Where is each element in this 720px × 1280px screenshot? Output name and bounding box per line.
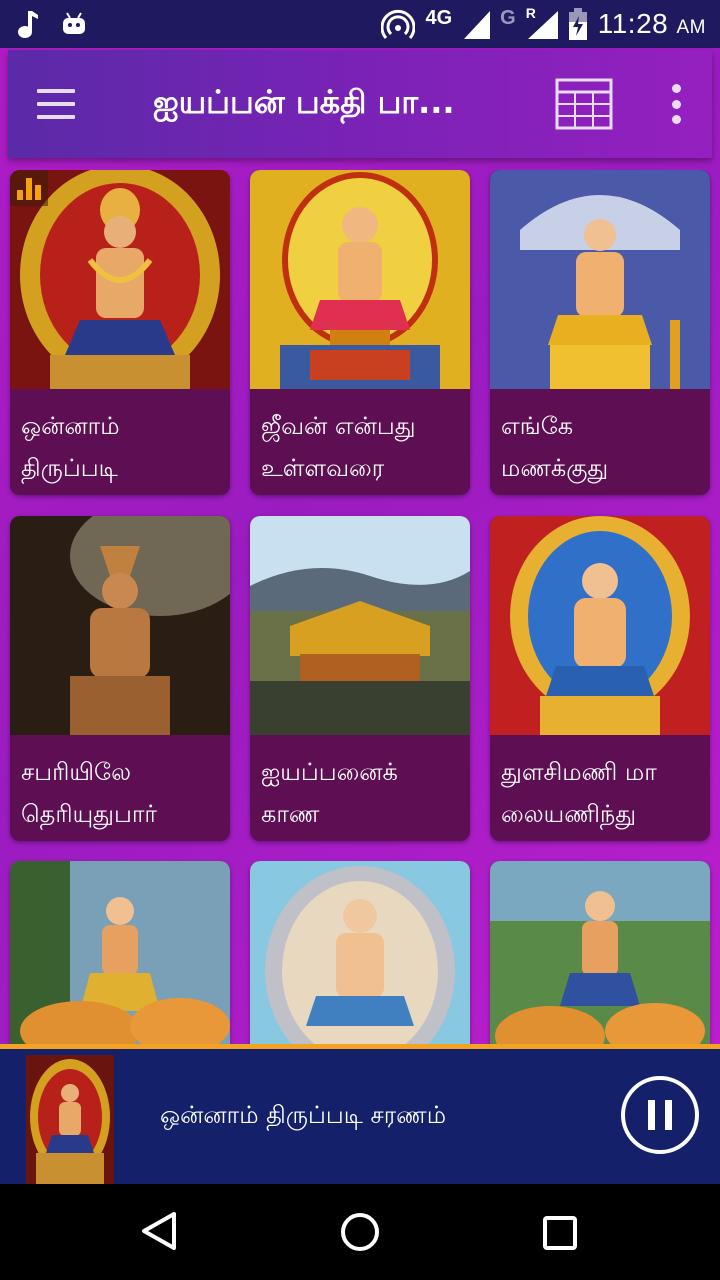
song-card[interactable]: எங்கே மணக்குது — [490, 170, 710, 495]
more-vert-icon[interactable] — [668, 84, 684, 124]
roaming-network-label: G — [500, 6, 516, 29]
now-playing-thumbnail[interactable] — [26, 1055, 114, 1185]
app-bar: ஐயப்பன் பக்தி பா... — [8, 50, 712, 158]
song-thumbnail — [10, 861, 230, 1045]
now-playing-icon — [10, 170, 48, 206]
hamburger-menu-icon[interactable] — [37, 89, 75, 119]
song-card[interactable] — [10, 861, 230, 1045]
song-title: ஐயப்பனைக் காண — [250, 735, 470, 841]
song-thumbnail — [490, 516, 710, 735]
android-icon — [63, 12, 85, 34]
song-thumbnail — [10, 516, 230, 735]
status-time: 11:28 AM — [597, 8, 706, 39]
song-title: துளசிமணி மா லையணிந்து — [490, 735, 710, 841]
song-card[interactable]: சபரியிலே தெரியுதுபார் — [10, 516, 230, 841]
roaming-indicator: R — [525, 5, 536, 21]
song-title: ஜீவன் என்பது உள்ளவரை — [250, 389, 470, 495]
recent-apps-icon[interactable] — [542, 1215, 578, 1251]
status-bar: 4G G R 11:28 AM — [0, 0, 720, 48]
hotspot-icon — [381, 9, 416, 39]
song-card[interactable] — [250, 861, 470, 1045]
pause-button[interactable] — [621, 1076, 699, 1154]
home-icon[interactable] — [340, 1212, 380, 1252]
pause-icon — [648, 1100, 655, 1130]
song-title: ஒன்னாம் திருப்படி — [10, 389, 230, 495]
system-nav-bar — [0, 1184, 720, 1280]
roaming-signal-icon: R — [526, 5, 558, 39]
song-grid: ஒன்னாம் திருப்படி ஜீவன் என்பது உள்ளவரை எ… — [0, 170, 720, 1045]
song-thumbnail — [10, 170, 230, 389]
back-icon[interactable] — [140, 1211, 178, 1251]
battery-charging-icon — [568, 8, 587, 40]
song-card[interactable]: துளசிமணி மா லையணிந்து — [490, 516, 710, 841]
song-title: சபரியிலே தெரியுதுபார் — [10, 735, 230, 841]
song-thumbnail — [250, 516, 470, 735]
song-card[interactable]: ஜீவன் என்பது உள்ளவரை — [250, 170, 470, 495]
network-type-label: 4G — [425, 6, 453, 29]
app-title: ஐயப்பன் பக்தி பா... — [153, 83, 455, 121]
signal-icon — [464, 11, 491, 39]
song-card[interactable]: ஒன்னாம் திருப்படி — [10, 170, 230, 495]
song-thumbnail — [490, 861, 710, 1045]
song-thumbnail — [490, 170, 710, 389]
song-card[interactable] — [490, 861, 710, 1045]
now-playing-title: ஒன்னாம் திருப்படி சரணம் — [160, 1101, 447, 1129]
song-title: எங்கே மணக்குது — [490, 389, 710, 495]
song-card[interactable]: ஐயப்பனைக் காண — [250, 516, 470, 841]
music-note-icon — [18, 11, 38, 38]
song-thumbnail — [250, 861, 470, 1045]
calendar-icon[interactable] — [555, 78, 613, 130]
player-bar[interactable]: ஒன்னாம் திருப்படி சரணம் — [0, 1044, 720, 1185]
song-thumbnail — [250, 170, 470, 389]
